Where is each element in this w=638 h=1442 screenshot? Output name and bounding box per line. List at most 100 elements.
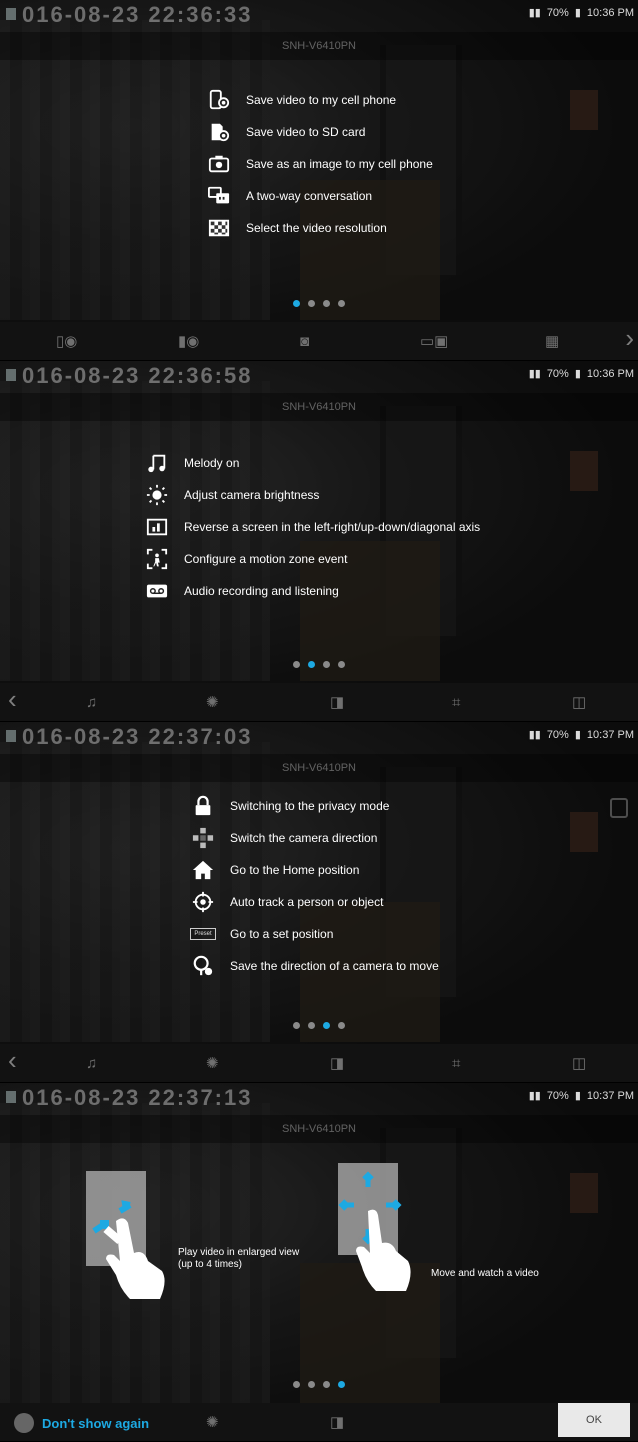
- page-dot-active: [323, 1022, 330, 1029]
- home-icon: [188, 858, 218, 882]
- guide-panel-3: 016-08-23 22:37:03 ▮▮ 70% ▮ 10:37 PM SNH…: [0, 722, 638, 1083]
- battery-level: 70%: [546, 1089, 569, 1102]
- resolution-icon: [204, 216, 234, 240]
- phone-video-icon[interactable]: ▯◉: [56, 332, 77, 350]
- feature-list: Melody on Adjust camera brightness Rever…: [142, 447, 480, 607]
- camera-icon: [204, 152, 234, 176]
- signal-icon: ▮▮: [528, 1090, 541, 1102]
- ok-button[interactable]: OK: [558, 1403, 630, 1437]
- chevron-left-icon[interactable]: ‹: [8, 684, 17, 715]
- page-dot: [308, 300, 315, 307]
- phone-video-icon: [204, 88, 234, 112]
- voicemail-icon[interactable]: ◫: [572, 1054, 586, 1072]
- status-bar: ▮▮ 70% ▮ 10:36 PM: [529, 367, 634, 381]
- camera-name: SNH-V6410PN: [0, 393, 638, 421]
- lock-icon: [188, 794, 218, 818]
- timestamp-marker: [6, 1091, 16, 1103]
- flip-screen-icon: [142, 515, 172, 539]
- battery-icon: ▮: [574, 1090, 581, 1102]
- checkbox-icon[interactable]: [14, 1413, 34, 1433]
- feature-label: Go to the Home position: [230, 863, 360, 877]
- dont-show-again-label: Don't show again: [42, 1415, 150, 1431]
- bottom-toolbar: ‹ ♫ ✺ ◨ ⌗ ◫: [0, 683, 638, 721]
- clock: 10:36 PM: [586, 6, 634, 19]
- sd-card-video-icon[interactable]: ▮◉: [178, 332, 199, 350]
- timestamp-marker: [6, 8, 16, 20]
- feature-item: Auto track a person or object: [188, 886, 439, 918]
- page-dot: [338, 300, 345, 307]
- dont-show-again-toggle[interactable]: Don't show again: [14, 1413, 149, 1433]
- feature-item: Reverse a screen in the left-right/up-do…: [142, 511, 480, 543]
- motion-zone-icon[interactable]: ⌗: [452, 694, 460, 711]
- voicemail-icon: [142, 579, 172, 603]
- page-dot: [293, 1022, 300, 1029]
- page-dot: [308, 1381, 315, 1388]
- chevron-left-icon[interactable]: ‹: [8, 1045, 17, 1076]
- bottom-toolbar: ▯◉ ▮◉ ◙ ▭▣ ▦ ›: [0, 322, 638, 360]
- status-bar: ▮▮ 70% ▮ 10:37 PM: [528, 1089, 634, 1103]
- target-icon: [188, 890, 218, 914]
- feature-label: Melody on: [184, 456, 240, 470]
- page-dot: [293, 1381, 300, 1388]
- page-dot: [323, 300, 330, 307]
- timestamp: 016-08-23 22:37:13: [22, 1085, 253, 1110]
- battery-level: 70%: [546, 367, 569, 380]
- feature-item: Go to the Home position: [188, 854, 439, 886]
- timestamp: 016-08-23 22:36:33: [22, 2, 253, 27]
- timestamp: 016-08-23 22:36:58: [22, 363, 253, 388]
- page-indicator: [0, 1022, 638, 1029]
- page-indicator: [0, 661, 638, 668]
- brightness-icon[interactable]: ✺: [206, 1054, 219, 1072]
- two-way-talk-icon: [204, 184, 234, 208]
- camera-name: SNH-V6410PN: [0, 32, 638, 60]
- feature-item: Save video to my cell phone: [204, 84, 433, 116]
- brightness-icon[interactable]: ✺: [206, 693, 219, 711]
- timestamp-marker: [6, 369, 16, 381]
- music-note-icon[interactable]: ♫: [86, 694, 97, 711]
- battery-icon: ▮: [574, 368, 581, 380]
- status-bar: ▮▮ 70% ▮ 10:37 PM: [528, 728, 634, 742]
- page-dot: [323, 1381, 330, 1388]
- resolution-icon[interactable]: ▦: [545, 332, 559, 350]
- two-way-talk-icon[interactable]: ▭▣: [420, 332, 448, 350]
- brightness-icon: [142, 483, 172, 507]
- feature-item: Switch the camera direction: [188, 822, 439, 854]
- page-dot: [308, 1022, 315, 1029]
- feature-label: Save the direction of a camera to move: [230, 959, 439, 973]
- flip-screen-icon: ◨: [330, 1414, 345, 1431]
- clock: 10:36 PM: [586, 367, 634, 380]
- battery-icon: ▮: [574, 729, 581, 741]
- timestamp-marker: [6, 730, 16, 742]
- page-dot-active: [293, 300, 300, 307]
- gesture-label-line: (up to 4 times): [178, 1259, 242, 1270]
- guide-panel-1: 016-08-23 22:36:33 ▮▮ 70% ▮ 10:36 PM SNH…: [0, 0, 638, 361]
- feature-item: Preset Go to a set position: [188, 918, 439, 950]
- battery-level: 70%: [546, 728, 569, 741]
- voicemail-icon[interactable]: ◫: [572, 693, 586, 711]
- feature-item: A two-way conversation: [204, 180, 433, 212]
- feature-label: Reverse a screen in the left-right/up-do…: [184, 520, 481, 534]
- feature-item: Audio recording and listening: [142, 575, 480, 607]
- clock: 10:37 PM: [586, 1089, 634, 1102]
- feature-label: Save video to my cell phone: [246, 93, 397, 107]
- privacy-lock-indicator: [610, 798, 628, 818]
- flip-screen-icon[interactable]: ◨: [330, 1054, 344, 1072]
- feature-item: Configure a motion zone event: [142, 543, 480, 575]
- feature-item: Melody on: [142, 447, 480, 479]
- camera-icon[interactable]: ◙: [300, 333, 309, 350]
- feature-label: Save video to SD card: [246, 125, 366, 139]
- bottom-toolbar: Don't show again ✺ ◨ OK: [0, 1403, 638, 1441]
- battery-icon: ▮: [574, 7, 581, 19]
- motion-zone-icon[interactable]: ⌗: [452, 1055, 460, 1072]
- feature-item: Select the video resolution: [204, 212, 433, 244]
- page-indicator: [0, 1381, 638, 1388]
- feature-label: Audio recording and listening: [184, 584, 339, 598]
- feature-label: Auto track a person or object: [230, 895, 384, 909]
- guide-panel-2: 016-08-23 22:36:58 ▮▮ 70% ▮ 10:36 PM SNH…: [0, 361, 638, 722]
- sd-card-video-icon: [204, 120, 234, 144]
- music-note-icon[interactable]: ♫: [86, 1055, 97, 1072]
- feature-label: Save as an image to my cell phone: [246, 157, 433, 171]
- chevron-right-icon[interactable]: ›: [625, 323, 634, 354]
- signal-icon: ▮▮: [528, 729, 541, 741]
- flip-screen-icon[interactable]: ◨: [330, 693, 344, 711]
